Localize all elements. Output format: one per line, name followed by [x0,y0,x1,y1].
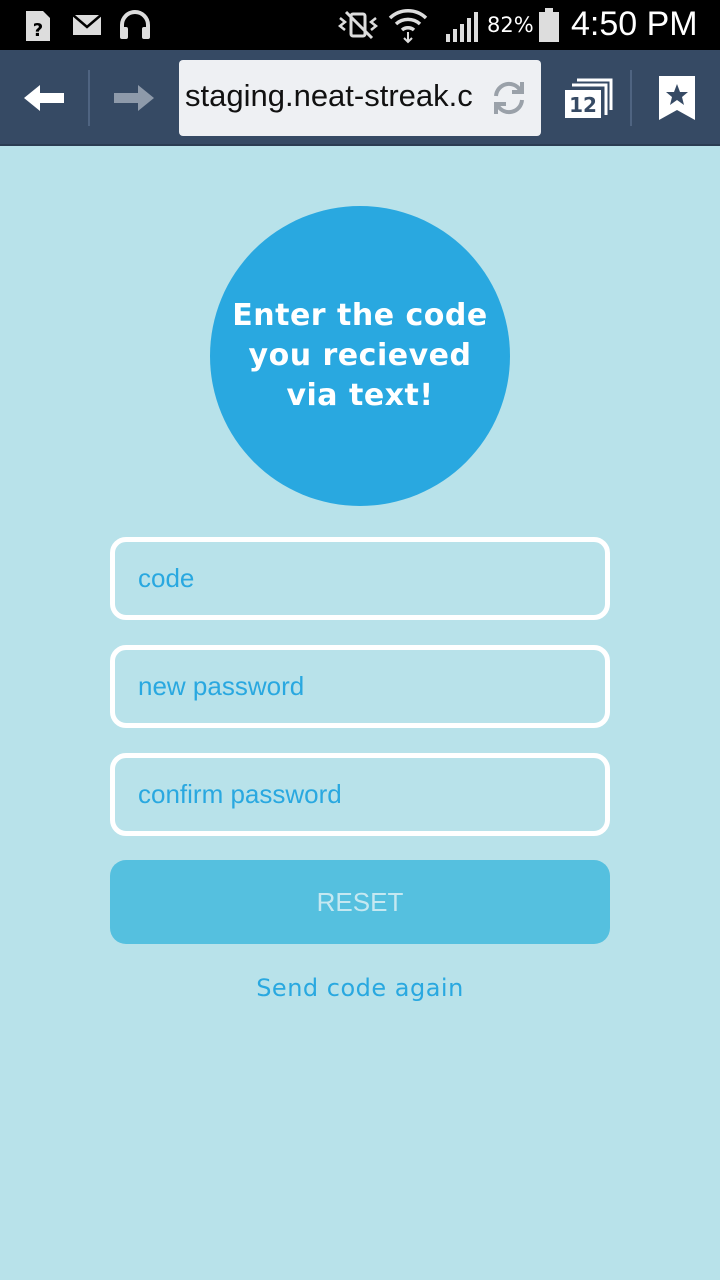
browser-toolbar: staging.neat-streak.c 12 [0,50,720,146]
headphones-icon [120,10,150,39]
address-bar[interactable]: staging.neat-streak.c [179,60,541,136]
confirm-password-field[interactable] [110,753,610,836]
new-password-input[interactable] [115,650,605,723]
mail-icon [72,14,102,35]
forward-button[interactable] [92,50,176,146]
signal-icon [446,12,478,42]
clock: 4:50 PM [571,5,698,43]
tab-count: 12 [569,93,597,117]
bookmark-icon [659,76,695,120]
toolbar-divider [630,70,632,126]
prompt-text: Enter the code you recieved via text! [232,298,488,413]
vibrate-mute-icon [337,10,379,40]
bookmark-button[interactable] [634,50,720,146]
battery-icon [539,8,559,42]
reload-icon[interactable] [489,78,529,118]
code-input[interactable] [115,542,605,615]
back-arrow-icon [24,85,64,111]
tabs-button[interactable]: 12 [550,50,628,146]
prompt-circle: Enter the code you recieved via text! [210,206,510,506]
svg-text:?: ? [33,20,43,41]
forward-arrow-icon [114,85,154,111]
status-bar: ? 82% 4:50 PM [0,0,720,50]
code-field[interactable] [110,537,610,620]
battery-percent: 82% [487,13,534,37]
toolbar-divider [88,70,90,126]
confirm-password-input[interactable] [115,758,605,831]
back-button[interactable] [0,50,88,146]
wifi-icon [388,9,428,44]
reset-button[interactable]: RESET [110,860,610,944]
tabs-icon: 12 [565,78,613,118]
unknown-file-icon: ? [26,11,50,41]
url-text: staging.neat-streak.c [185,78,473,113]
send-code-again-link[interactable]: Send code again [0,974,720,1002]
new-password-field[interactable] [110,645,610,728]
